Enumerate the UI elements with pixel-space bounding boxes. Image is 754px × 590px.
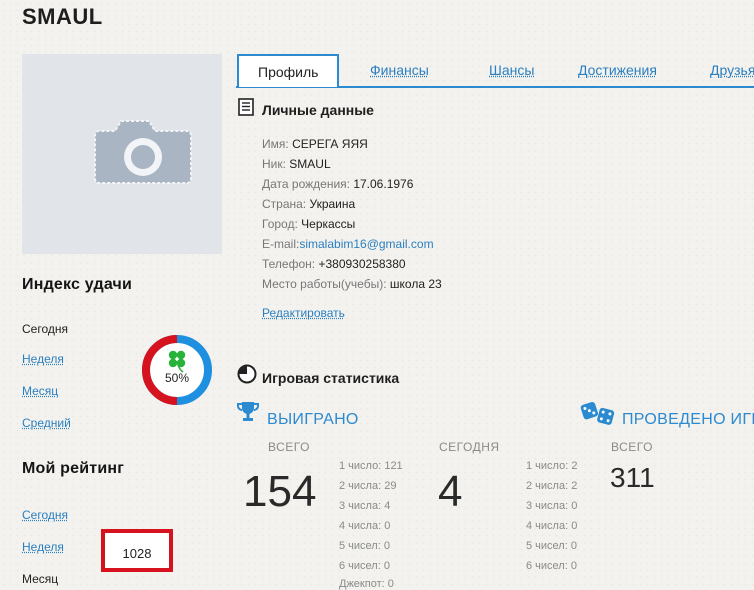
field-value: 17.06.1976 <box>353 177 414 191</box>
luck-index-gauge: 50% <box>141 334 213 406</box>
tab-finances[interactable]: Финансы <box>370 62 429 78</box>
won-total-label: ВСЕГО <box>268 440 310 454</box>
trophy-icon <box>237 402 259 421</box>
field-value: Украина <box>309 197 356 211</box>
won-today-breakdown-item: 3 числа: 0 <box>526 500 578 512</box>
won-total-breakdown-item: 3 числа: 4 <box>339 500 391 512</box>
won-total-breakdown-item: 4 числа: 0 <box>339 520 391 532</box>
dice-icon <box>580 402 615 425</box>
game-stats-title: Игровая статистика <box>262 370 400 386</box>
won-total-value: 154 <box>243 467 317 516</box>
won-title: ВЫИГРАНО <box>267 411 359 428</box>
field-value: школа 23 <box>389 277 442 291</box>
won-total-breakdown-item: Джекпот: 0 <box>339 578 394 590</box>
luck-period-today[interactable]: Сегодня <box>22 322 68 336</box>
luck-index-title: Индекс удачи <box>22 276 133 293</box>
field-label: Город: <box>262 217 298 231</box>
won-today-label: СЕГОДНЯ <box>439 440 500 454</box>
tab-friends[interactable]: Друзья <box>710 62 754 78</box>
rating-period-week[interactable]: Неделя <box>22 540 64 554</box>
field-label: Телефон: <box>262 257 316 271</box>
played-total-label: ВСЕГО <box>611 440 653 454</box>
field-birthdate: Дата рождения: 17.06.1976 <box>262 177 413 191</box>
tab-achievements[interactable]: Достижения <box>578 62 657 78</box>
field-label: Место работы(учебы): <box>262 277 387 291</box>
won-today-breakdown-item: 4 числа: 0 <box>526 520 578 532</box>
played-total-value: 311 <box>610 462 655 493</box>
field-label: E-mail: <box>262 237 300 251</box>
tab-chances[interactable]: Шансы <box>489 62 534 78</box>
field-nick: Ник: SMAUL <box>262 157 331 171</box>
won-total-breakdown-item: 1 число: 121 <box>339 460 403 472</box>
won-today-value: 4 <box>438 467 463 516</box>
avatar[interactable] <box>22 54 222 254</box>
rating-value-box: 1028 <box>101 529 173 572</box>
won-today-breakdown-item: 1 число: 2 <box>526 460 578 472</box>
tab-profile[interactable]: Профиль <box>237 54 340 87</box>
luck-period-week[interactable]: Неделя <box>22 352 64 366</box>
played-title: ПРОВЕДЕНО ИГР <box>622 411 754 428</box>
won-today-breakdown-item: 6 чисел: 0 <box>526 560 577 572</box>
email-link[interactable]: simalabim16@gmail.com <box>299 237 433 251</box>
edit-profile-link[interactable]: Редактировать <box>262 306 345 320</box>
field-value: СЕРЕГА ЯЯЯ <box>292 137 368 151</box>
field-label: Страна: <box>262 197 307 211</box>
won-total-breakdown-item: 5 чисел: 0 <box>339 540 390 552</box>
field-label: Имя: <box>262 137 289 151</box>
rating-title: Мой рейтинг <box>22 460 125 477</box>
field-value: SMAUL <box>289 157 331 171</box>
luck-percent: 50% <box>165 371 189 385</box>
won-total-breakdown-item: 6 чисел: 0 <box>339 560 390 572</box>
personal-data-title: Личные данные <box>262 102 374 118</box>
rating-period-today[interactable]: Сегодня <box>22 508 68 522</box>
field-city: Город: Черкассы <box>262 217 355 231</box>
username-title: SMAUL <box>22 4 103 29</box>
field-name: Имя: СЕРЕГА ЯЯЯ <box>262 137 368 151</box>
document-icon <box>238 98 254 116</box>
profile-tabs: Профиль Финансы Шансы Достижения Друзья <box>236 54 754 88</box>
field-label: Дата рождения: <box>262 177 350 191</box>
pie-chart-icon <box>237 364 257 384</box>
field-value: +380930258380 <box>318 257 406 271</box>
camera-icon <box>94 120 192 184</box>
field-country: Страна: Украина <box>262 197 355 211</box>
luck-period-average[interactable]: Средний <box>22 416 71 430</box>
field-label: Ник: <box>262 157 286 171</box>
rating-period-month[interactable]: Месяц <box>22 572 58 586</box>
luck-period-month[interactable]: Месяц <box>22 384 58 398</box>
won-today-breakdown-item: 2 числа: 2 <box>526 480 578 492</box>
field-workplace: Место работы(учебы): школа 23 <box>262 277 442 291</box>
field-email: E-mail:simalabim16@gmail.com <box>262 237 434 251</box>
field-value: Черкассы <box>301 217 356 231</box>
won-today-breakdown-item: 5 чисел: 0 <box>526 540 577 552</box>
won-total-breakdown-item: 2 числа: 29 <box>339 480 397 492</box>
field-phone: Телефон: +380930258380 <box>262 257 406 271</box>
rating-value: 1028 <box>122 546 152 561</box>
